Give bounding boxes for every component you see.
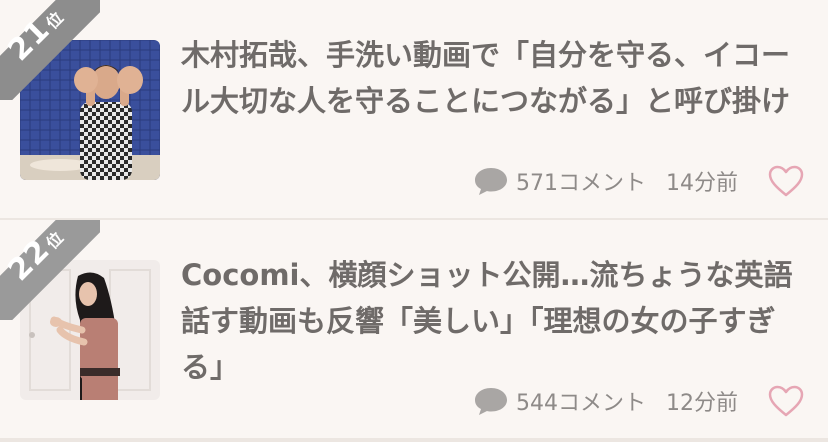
posted-time: 12分前 (666, 391, 738, 416)
ranking-list: 21位 木村拓哉、手洗い動画で「自分を守る、イコール大切な人を守ることにつながる… (0, 0, 828, 442)
article-meta: 571コメント 14分前 (474, 160, 804, 202)
list-divider (0, 438, 828, 442)
comment-count: 571コメント (516, 171, 646, 196)
article-headline[interactable]: 木村拓哉、手洗い動画で「自分を守る、イコール大切な人を守ることにつながる」と呼び… (181, 32, 793, 124)
article-item[interactable]: 21位 木村拓哉、手洗い動画で「自分を守る、イコール大切な人を守ることにつながる… (0, 0, 828, 220)
article-item[interactable]: 22位 Cocomi、横顔ショット公開…流ちょうな英語話す動画も反響「美しい」「… (0, 220, 828, 440)
rank-ribbon: 21位 (0, 0, 100, 100)
heart-outline-icon[interactable] (768, 165, 804, 197)
heart-outline-icon[interactable] (768, 385, 804, 417)
posted-time: 14分前 (666, 171, 738, 196)
article-headline[interactable]: Cocomi、横顔ショット公開…流ちょうな英語話す動画も反響「美しい」「理想の女… (181, 252, 793, 390)
comment-count: 544コメント (516, 391, 646, 416)
speech-bubble-icon (475, 388, 507, 415)
rank-ribbon: 22位 (0, 220, 100, 320)
speech-bubble-icon (475, 168, 507, 195)
article-meta: 544コメント 12分前 (474, 380, 804, 422)
